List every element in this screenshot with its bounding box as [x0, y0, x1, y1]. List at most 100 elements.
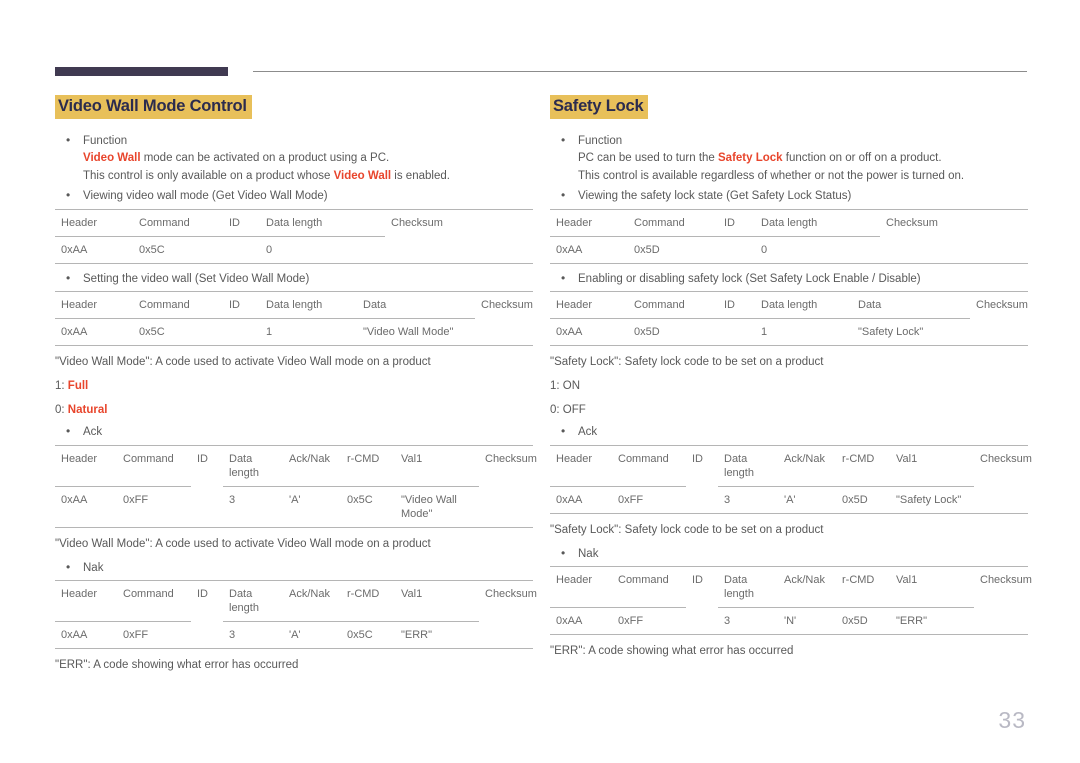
value-code-full: 1: Full — [55, 377, 533, 396]
cell-data-length: 1 — [755, 318, 852, 346]
cell-id — [718, 318, 755, 346]
cell-checksum — [385, 236, 533, 263]
col-header-checksum: Checksum — [976, 299, 1028, 312]
page-title-video-wall: Video Wall Mode Control — [55, 95, 252, 119]
bullet-function-label-right: Function — [578, 134, 623, 147]
cell-id — [191, 486, 223, 527]
note-err-right: "ERR": A code showing what error has occ… — [550, 645, 794, 658]
col-header-checksum: Checksum — [980, 452, 1032, 465]
table-header-row: Header Command ID Data length Data Check… — [550, 291, 1028, 319]
col-header-header: Header — [556, 574, 593, 587]
table-header-row: Header Command ID Data length Ack/Nak r-… — [550, 566, 1032, 608]
table-header-row: Header Command ID Data length Ack/Nak r-… — [550, 445, 1032, 486]
note-safety-lock-set: "Safety Lock": Safety lock code to be se… — [550, 356, 824, 369]
cell-data-length: 3 — [223, 621, 283, 649]
col-header-val1: Val1 — [896, 452, 918, 465]
table-ack-right-wrap: Header Command ID Data length Ack/Nak r-… — [550, 445, 1032, 514]
bullet-set-safety-lock: Enabling or disabling safety lock (Set S… — [550, 270, 1028, 289]
left-column: Video Wall Mode Control Function Video W… — [55, 95, 537, 675]
right-column: Safety Lock Function PC can be used to t… — [550, 95, 1032, 661]
table-set-safety-lock-wrap: Header Command ID Data length Data Check… — [550, 291, 1028, 347]
col-header-checksum: Checksum — [391, 216, 443, 229]
cell-data-length: 3 — [718, 485, 778, 514]
table-set-safety-lock: Header Command ID Data length Data Check… — [550, 291, 1028, 347]
cell-command: 0x5C — [133, 318, 223, 346]
col-header-val1: Val1 — [401, 588, 423, 601]
value-code-natural: 0: Natural — [55, 401, 533, 420]
page-title-safety-lock: Safety Lock — [550, 95, 649, 119]
col-header-command: Command — [634, 299, 685, 312]
col-header-data-length: Data length — [266, 299, 323, 312]
bullet-ack-right: Ack — [550, 423, 1028, 442]
col-header-id: ID — [197, 588, 208, 601]
table-nak-left: Header Command ID Data length Ack/Nak r-… — [55, 580, 537, 650]
col-header-id: ID — [724, 299, 735, 312]
col-header-header: Header — [556, 299, 593, 312]
bullet-function-left: Function Video Wall mode can be activate… — [55, 132, 533, 186]
bullet-ack-left: Ack — [55, 423, 533, 442]
col-header-header: Header — [61, 452, 98, 465]
cell-data: "Video Wall Mode" — [357, 318, 475, 346]
col-header-checksum: Checksum — [485, 452, 537, 465]
col-header-command: Command — [123, 452, 174, 465]
col-header-header: Header — [61, 216, 98, 229]
cell-header: 0xAA — [55, 621, 117, 649]
function-desc-line1-post-left: mode can be activated on a product using… — [140, 152, 390, 165]
cell-data-length: 1 — [260, 318, 357, 346]
col-header-checksum: Checksum — [980, 574, 1032, 587]
value-key-1-right: 1: — [550, 380, 563, 393]
col-header-header: Header — [556, 216, 593, 229]
cell-data-length: 3 — [718, 607, 778, 635]
table-get-safety-lock: Header Command ID Data length Checksum 0… — [550, 209, 1028, 264]
function-desc-line2-post-left: is enabled. — [391, 169, 450, 182]
col-header-r-cmd: r-CMD — [347, 588, 380, 601]
cell-checksum — [475, 319, 533, 346]
table-header-row: Header Command ID Data length Checksum — [550, 209, 1028, 236]
col-header-checksum: Checksum — [485, 588, 537, 601]
cell-checksum — [880, 236, 1028, 263]
bullet-function-right: Function PC can be used to turn the Safe… — [550, 132, 1028, 186]
cell-data-length: 0 — [755, 235, 880, 264]
col-header-r-cmd: r-CMD — [842, 574, 875, 587]
col-header-id: ID — [229, 299, 240, 312]
table-get-safety-lock-wrap: Header Command ID Data length Checksum 0… — [550, 209, 1028, 264]
col-header-id: ID — [692, 452, 703, 465]
value-label-full: Full — [67, 380, 89, 393]
table-row: 0xAA 0xFF 3 'A' 0x5C "ERR" — [55, 621, 533, 649]
value-key-0: 0: — [55, 404, 68, 417]
col-header-r-cmd: r-CMD — [347, 452, 380, 465]
note-video-wall-mode-set: "Video Wall Mode": A code used to activa… — [55, 356, 431, 369]
cell-command: 0xFF — [117, 621, 191, 649]
col-header-data-length: Data length — [724, 574, 754, 601]
col-header-data-length: Data length — [266, 216, 323, 229]
table-header-row: Header Command ID Data length Data Check… — [55, 291, 533, 319]
cell-checksum — [970, 319, 1028, 346]
cell-header: 0xAA — [550, 235, 628, 264]
col-header-header: Header — [556, 452, 593, 465]
emphasis-safety-lock-1: Safety Lock — [718, 152, 783, 165]
cell-id — [223, 318, 260, 346]
cell-id — [718, 235, 755, 264]
col-header-data-length: Data length — [229, 588, 259, 615]
cell-checksum — [974, 608, 1028, 635]
table-set-video-wall-mode-wrap: Header Command ID Data length Data Check… — [55, 291, 533, 347]
table-ack-left-wrap: Header Command ID Data length Ack/Nak r-… — [55, 445, 537, 528]
table-row: 0xAA 0x5C 1 "Video Wall Mode" — [55, 318, 533, 346]
cell-command: 0x5D — [628, 318, 718, 346]
col-header-val1: Val1 — [401, 452, 423, 465]
col-header-data-length: Data length — [724, 452, 754, 479]
col-header-command: Command — [123, 588, 174, 601]
cell-header: 0xAA — [55, 318, 133, 346]
col-header-command: Command — [618, 452, 669, 465]
emphasis-video-wall-2: Video Wall — [333, 169, 392, 182]
col-header-command: Command — [634, 216, 685, 229]
col-header-r-cmd: r-CMD — [842, 452, 875, 465]
cell-header: 0xAA — [55, 485, 117, 528]
col-header-ack-nak: Ack/Nak — [289, 588, 330, 601]
table-header-row: Header Command ID Data length Ack/Nak r-… — [55, 580, 537, 622]
cell-r-cmd: 0x5D — [836, 607, 890, 635]
cell-checksum — [479, 486, 533, 527]
col-header-data-length: Data length — [229, 452, 259, 479]
cell-command: 0x5D — [628, 235, 718, 264]
cell-r-cmd: 0x5C — [341, 485, 395, 528]
